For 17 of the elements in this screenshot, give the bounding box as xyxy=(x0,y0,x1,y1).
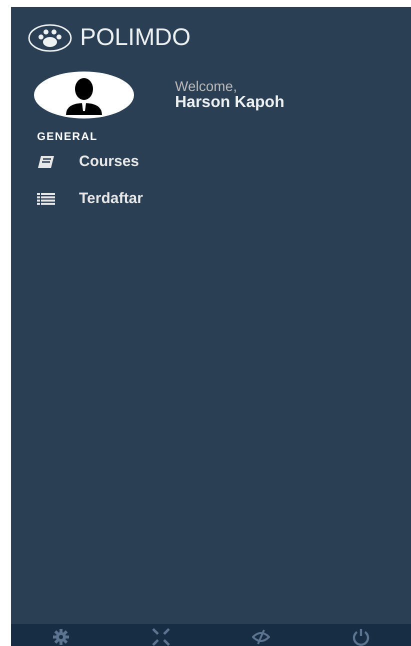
fullscreen-icon xyxy=(152,628,170,646)
menu-item[interactable]: Courses xyxy=(79,153,140,170)
power-button[interactable] xyxy=(350,628,372,646)
avatar-icon xyxy=(33,71,135,119)
fullscreen-button[interactable] xyxy=(150,628,172,646)
welcome-text: Welcome, xyxy=(175,78,238,94)
settings-button[interactable] xyxy=(50,628,72,646)
menu-item[interactable]: Terdaftar xyxy=(79,190,143,207)
paw-logo-icon xyxy=(28,24,72,52)
book-icon xyxy=(37,154,55,168)
list-icon xyxy=(37,192,55,206)
section-heading: GENERAL xyxy=(36,130,99,143)
brand-title[interactable]: POLIMDO xyxy=(80,24,191,52)
eye-slash-icon xyxy=(252,628,270,646)
eye-slash-button[interactable] xyxy=(250,628,272,646)
user-name: Harson Kapoh xyxy=(175,94,284,112)
power-icon xyxy=(352,628,370,646)
